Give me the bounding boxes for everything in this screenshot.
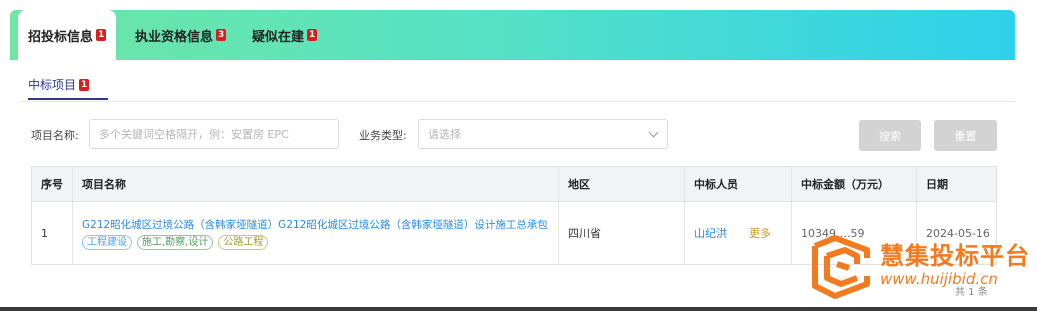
- watermark-url: www.huijibid.cn: [880, 270, 998, 288]
- tab-label: 疑似在建: [252, 29, 305, 45]
- tab-bidding-info[interactable]: 招投标信息 1: [18, 10, 117, 60]
- select-placeholder: 请选择: [428, 128, 461, 141]
- search-button[interactable]: 搜索: [859, 120, 921, 151]
- region-cell: 四川省: [559, 202, 685, 264]
- tag-construction-survey-design: 施工,勘察,设计: [137, 234, 214, 250]
- tab-badge: 1: [96, 29, 107, 41]
- chevron-down-icon: [648, 127, 659, 138]
- tab-label: 招投标信息: [28, 29, 94, 45]
- tag-list: 工程建设 施工,勘察,设计 公路工程: [82, 234, 269, 250]
- tab-badge: 3: [216, 29, 227, 41]
- top-tab-bar: 招投标信息 1 执业资格信息 3 疑似在建 1: [10, 10, 1015, 60]
- logo-icon: [812, 235, 870, 299]
- table-header: 序号 项目名称 地区 中标人员 中标金额（万元） 日期: [32, 167, 996, 202]
- project-cell: G212昭化城区过境公路（含韩家垭隧道）G212昭化城区过境公路（含韩家垭隧道）…: [73, 202, 559, 264]
- project-link[interactable]: G212昭化城区过境公路（含韩家垭隧道）G212昭化城区过境公路（含韩家垭隧道）…: [82, 219, 557, 232]
- reset-button[interactable]: 重置: [934, 120, 997, 151]
- more-link[interactable]: 更多: [749, 225, 771, 241]
- tag-engineering: 工程建设: [82, 234, 132, 250]
- subtab-label: 中标项目: [28, 78, 77, 92]
- project-name-label: 项目名称:: [31, 129, 79, 142]
- tab-badge: 1: [307, 29, 318, 41]
- project-name-input[interactable]: 多个关键词空格隔开，例：安置房 EPC: [89, 119, 339, 149]
- input-placeholder: 多个关键词空格隔开，例：安置房 EPC: [99, 128, 289, 141]
- winner-cell: 山纪洪 更多: [685, 202, 792, 264]
- header-date: 日期: [926, 178, 948, 191]
- header-index: 序号: [32, 167, 73, 201]
- watermark-title: 慧集投标平台: [880, 242, 1030, 270]
- tab-qualification-info[interactable]: 执业资格信息 3: [135, 10, 227, 60]
- row-index: 1: [32, 202, 73, 264]
- header-region: 地区: [559, 167, 685, 201]
- subtab-winning-projects[interactable]: 中标项目 1: [28, 76, 90, 93]
- watermark: 慧集投标平台 www.huijibid.cn: [805, 230, 1037, 305]
- subtab-badge: 1: [79, 78, 90, 91]
- bottom-bar: [0, 307, 1037, 311]
- business-type-label: 业务类型:: [359, 129, 407, 142]
- business-type-select[interactable]: 请选择: [418, 119, 668, 149]
- tab-label: 执业资格信息: [135, 29, 214, 45]
- divider: [20, 101, 1015, 102]
- header-project-name: 项目名称: [73, 167, 559, 201]
- subtab-active-indicator: [28, 98, 108, 100]
- winner-link[interactable]: 山纪洪: [694, 225, 727, 241]
- tab-suspected-under-construction[interactable]: 疑似在建 1: [252, 10, 318, 60]
- tag-highway: 公路工程: [218, 234, 269, 250]
- header-amount: 中标金额（万元）: [792, 167, 917, 201]
- header-winner: 中标人员: [685, 167, 792, 201]
